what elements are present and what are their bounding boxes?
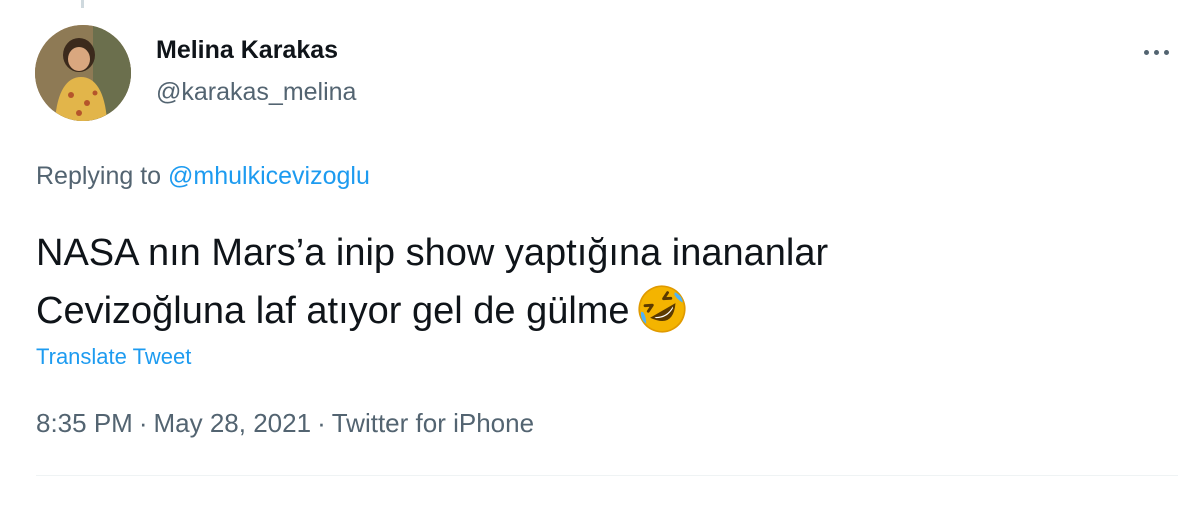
- replying-to: Replying to @mhulkicevizoglu: [36, 162, 370, 191]
- more-options-button[interactable]: [1134, 36, 1178, 68]
- tweet-text: NASA nın Mars’a inip show yaptığına inan…: [36, 224, 1156, 340]
- tweet-time[interactable]: 8:35 PM: [36, 408, 133, 438]
- replying-prefix: Replying to: [36, 162, 162, 190]
- display-name[interactable]: Melina Karakas: [156, 36, 338, 65]
- more-icon-dot: [1163, 49, 1169, 55]
- tweet-text-line: NASA nın Mars’a inip show yaptığına inan…: [36, 232, 829, 274]
- avatar-image: [35, 25, 131, 121]
- tweet-source[interactable]: Twitter for iPhone: [332, 408, 534, 438]
- avatar[interactable]: [35, 25, 131, 121]
- reply-mention-link[interactable]: @mhulkicevizoglu: [168, 162, 370, 190]
- rolling-on-the-floor-laughing-emoji: [638, 285, 686, 333]
- more-icon-dot: [1153, 49, 1159, 55]
- tweet-text-line-content: Cevizoğluna laf atıyor gel de gülme: [36, 290, 630, 332]
- user-handle[interactable]: @karakas_melina: [156, 78, 356, 107]
- tweet-date[interactable]: May 28, 2021: [154, 408, 312, 438]
- separator: ·: [317, 408, 326, 438]
- thread-connector-line: [81, 0, 84, 8]
- divider: [36, 475, 1178, 476]
- separator: ·: [138, 408, 148, 438]
- more-horizontal-icon: [1143, 49, 1149, 55]
- translate-tweet-link[interactable]: Translate Tweet: [36, 344, 191, 370]
- tweet-metadata: 8:35 PM · May 28, 2021 · Twitter for iPhone: [36, 408, 534, 439]
- tweet-text-line: Cevizoğluna laf atıyor gel de gülme: [36, 282, 1156, 340]
